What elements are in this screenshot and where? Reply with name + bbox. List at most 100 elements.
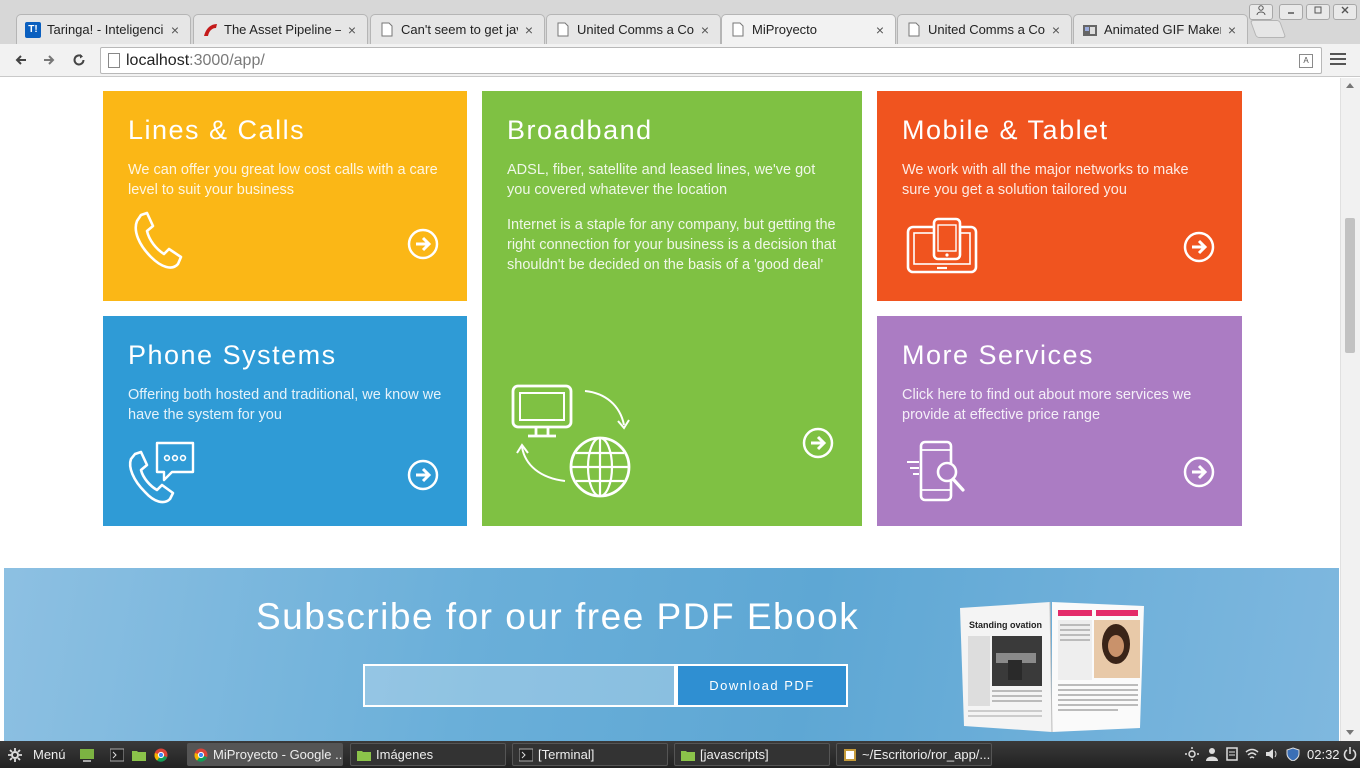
scroll-up-icon[interactable] <box>1346 83 1354 88</box>
volume-icon[interactable] <box>1265 747 1279 761</box>
close-icon[interactable]: × <box>698 22 712 38</box>
email-field[interactable] <box>363 664 676 707</box>
folder-icon <box>132 750 146 761</box>
window-close-button[interactable] <box>1333 4 1357 20</box>
close-icon[interactable]: × <box>873 22 887 38</box>
card-phone-systems[interactable]: Phone Systems Offering both hosted and t… <box>103 316 467 526</box>
arrow-right-circle-icon[interactable] <box>407 459 439 491</box>
tab-taringa[interactable]: T! Taringa! - Inteligencia × <box>16 14 191 44</box>
taringa-icon: T! <box>25 21 41 38</box>
tab-gif-maker[interactable]: Animated GIF Maker × <box>1073 14 1248 44</box>
clock[interactable]: 02:32 <box>1307 747 1340 762</box>
tab-label: Can't seem to get java <box>401 22 518 37</box>
shield-icon[interactable] <box>1286 747 1300 761</box>
task-editor[interactable]: ~/Escritorio/ror_app/... <box>836 743 992 766</box>
terminal-icon <box>110 748 124 761</box>
tab-united-comms-1[interactable]: United Comms a Corpo × <box>546 14 721 44</box>
reload-button[interactable] <box>68 49 90 71</box>
tab-label: United Comms a Corpo <box>577 22 694 37</box>
task-javascripts[interactable]: [javascripts] <box>674 743 830 766</box>
chrome-icon <box>154 748 168 762</box>
show-desktop-button[interactable] <box>74 743 105 766</box>
task-label: Imágenes <box>376 747 434 762</box>
vertical-scrollbar[interactable] <box>1340 78 1360 741</box>
task-label: ~/Escritorio/ror_app/... <box>862 747 991 762</box>
card-description: Click here to find out about more servic… <box>902 387 1192 423</box>
tab-united-comms-2[interactable]: United Comms a Corpo × <box>897 14 1072 44</box>
task-label: [Terminal] <box>538 747 595 762</box>
maximize-button[interactable] <box>1306 4 1330 20</box>
user-icon[interactable] <box>1249 4 1273 20</box>
page-icon <box>108 53 120 68</box>
download-pdf-button[interactable]: Download PDF <box>676 664 848 707</box>
arrow-right-circle-icon[interactable] <box>1183 456 1215 488</box>
rails-icon <box>202 22 218 38</box>
tab-miproyecto[interactable]: MiProyecto × <box>721 14 896 44</box>
mobile-search-icon <box>907 440 965 502</box>
task-label: MiProyecto - Google ... <box>213 747 343 762</box>
gear-icon <box>8 747 22 762</box>
scrollbar-thumb[interactable] <box>1345 218 1355 353</box>
card-description: Offering both hosted and traditional, we… <box>128 387 442 423</box>
arrow-right-circle-icon[interactable] <box>407 228 439 260</box>
wifi-icon[interactable] <box>1245 747 1259 761</box>
page-icon <box>906 22 922 38</box>
browser-tab-bar: T! Taringa! - Inteligencia × The Asset P… <box>0 0 1360 44</box>
url-text[interactable]: localhost:3000/app/ <box>126 52 265 70</box>
card-more-services[interactable]: More Services Click here to find out abo… <box>877 316 1242 526</box>
card-title: Phone Systems <box>128 340 337 370</box>
minimize-button[interactable] <box>1279 4 1303 20</box>
subscribe-section: Subscribe for our free PDF Ebook Downloa… <box>4 568 1339 741</box>
close-icon[interactable]: × <box>522 22 536 38</box>
close-icon[interactable]: × <box>345 22 359 38</box>
menu-label: Menú <box>33 747 66 762</box>
tab-label: The Asset Pipeline — <box>224 22 341 37</box>
translate-icon[interactable]: A <box>1299 54 1313 68</box>
power-icon[interactable] <box>1343 747 1357 761</box>
arrow-right-circle-icon[interactable] <box>802 427 834 459</box>
clipboard-icon[interactable] <box>1225 747 1239 761</box>
desktop-icon <box>80 748 94 762</box>
phone-chat-bubble-icon <box>128 441 195 504</box>
forward-button[interactable] <box>38 49 60 71</box>
card-lines-calls[interactable]: Lines & Calls We can offer you great low… <box>103 91 467 301</box>
folder-icon <box>357 750 371 761</box>
card-title: More Services <box>902 340 1095 370</box>
task-imagenes[interactable]: Imágenes <box>350 743 506 766</box>
os-taskbar: Menú MiProyecto - Google ... Imágenes [T… <box>0 741 1360 768</box>
telephone-handset-icon <box>134 211 183 269</box>
tab-label: MiProyecto <box>752 22 818 37</box>
card-description: ADSL, fiber, satellite and leased lines,… <box>507 162 816 198</box>
address-bar[interactable]: localhost:3000/app/ A <box>100 47 1322 74</box>
close-icon[interactable]: × <box>1049 22 1063 38</box>
subscribe-title: Subscribe for our free PDF Ebook <box>256 596 860 637</box>
card-description-extra: Internet is a staple for any company, bu… <box>507 217 836 273</box>
browser-toolbar: localhost:3000/app/ A <box>0 44 1360 77</box>
close-icon[interactable]: × <box>168 22 182 38</box>
task-terminal[interactable]: [Terminal] <box>512 743 668 766</box>
computer-globe-sync-icon <box>511 384 631 498</box>
arrow-right-circle-icon[interactable] <box>1183 231 1215 263</box>
page-viewport: Lines & Calls We can offer you great low… <box>4 78 1339 741</box>
close-icon[interactable]: × <box>1225 22 1239 38</box>
back-button[interactable] <box>10 49 32 71</box>
task-chrome[interactable]: MiProyecto - Google ... <box>187 743 343 766</box>
svg-text:Standing ovation: Standing ovation <box>969 620 1042 630</box>
card-broadband[interactable]: Broadband ADSL, fiber, satellite and lea… <box>482 91 862 526</box>
start-menu-button[interactable]: Menú <box>2 743 72 766</box>
tab-asset-pipeline[interactable]: The Asset Pipeline — × <box>193 14 368 44</box>
tab-java-question[interactable]: Can't seem to get java × <box>370 14 545 44</box>
new-tab-button[interactable] <box>1249 20 1287 38</box>
page-icon <box>555 22 571 38</box>
brightness-icon[interactable] <box>1185 747 1199 761</box>
card-title: Mobile & Tablet <box>902 115 1109 145</box>
page-icon <box>379 22 395 38</box>
tab-label: Taringa! - Inteligencia <box>47 22 164 37</box>
card-title: Broadband <box>507 115 653 145</box>
card-mobile-tablet[interactable]: Mobile & Tablet We work with all the maj… <box>877 91 1242 301</box>
chrome-menu-icon[interactable] <box>1330 53 1346 67</box>
page-icon <box>730 22 746 38</box>
user-icon[interactable] <box>1205 747 1219 761</box>
chrome-launcher[interactable] <box>148 743 179 766</box>
scroll-down-icon[interactable] <box>1346 730 1354 735</box>
